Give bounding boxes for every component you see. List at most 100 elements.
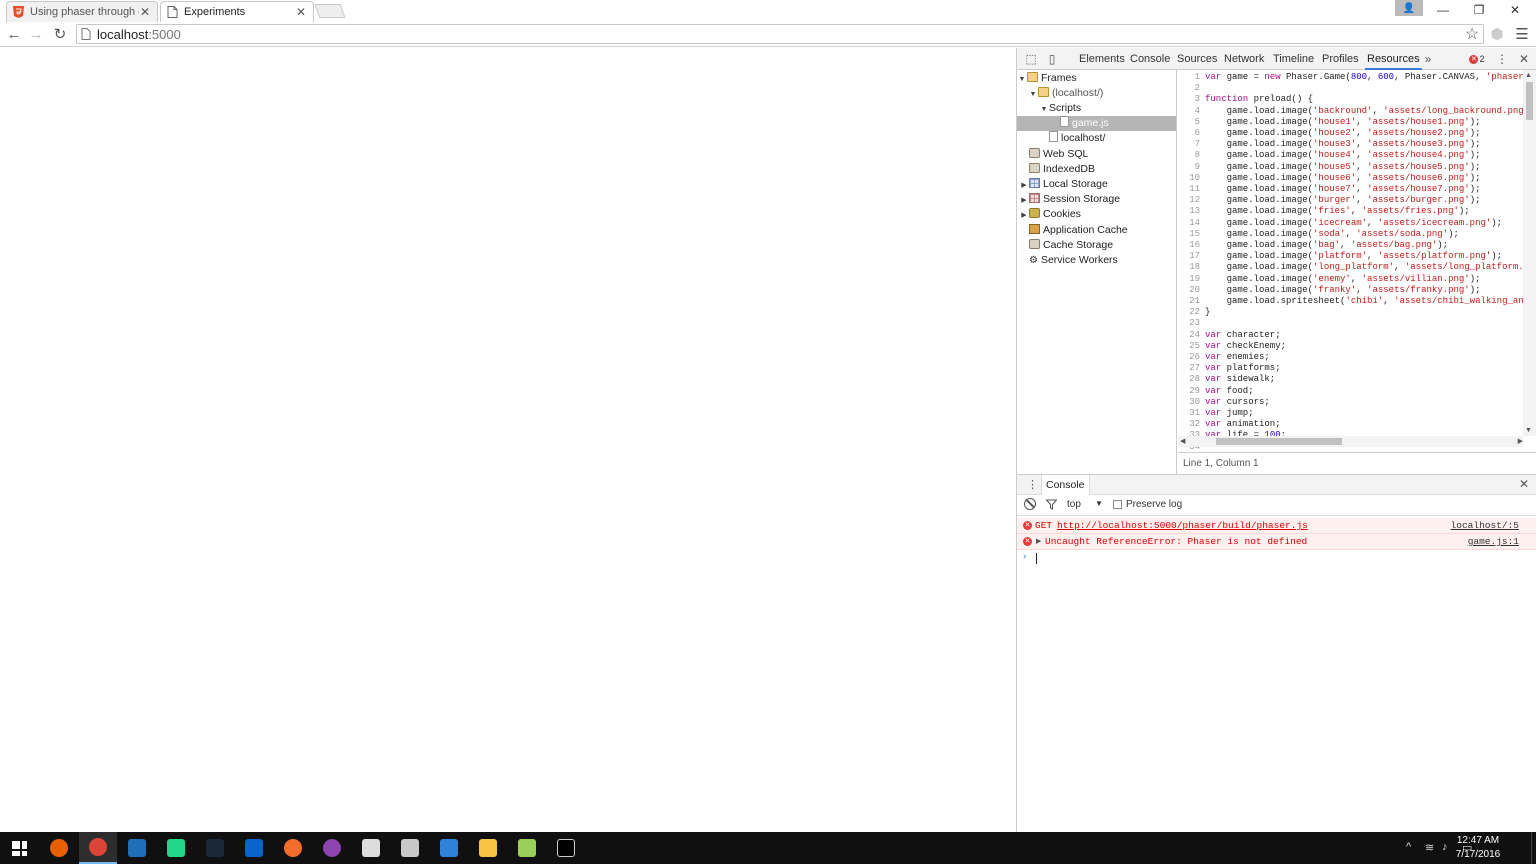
line-number[interactable]: 14: [1178, 218, 1200, 229]
taskbar-app-unity[interactable]: [352, 832, 390, 864]
line-number[interactable]: 19: [1178, 274, 1200, 285]
tab-resources[interactable]: Resources: [1365, 48, 1422, 70]
close-devtools-icon[interactable]: ✕: [1517, 52, 1531, 66]
collapse-triangle-icon[interactable]: ▶: [1019, 178, 1029, 193]
error-counter[interactable]: ✕ 2: [1467, 52, 1487, 66]
line-number[interactable]: 6: [1178, 128, 1200, 139]
browser-tab-2[interactable]: Experiments ✕: [160, 1, 314, 22]
line-number[interactable]: 16: [1178, 240, 1200, 251]
show-desktop-button[interactable]: [1531, 832, 1536, 864]
line-number[interactable]: 29: [1178, 386, 1200, 397]
volume-icon[interactable]: ♪: [1442, 841, 1448, 853]
bookmark-star-icon[interactable]: ☆: [1462, 25, 1482, 43]
tree-item-localhost-frame[interactable]: ▼ (localhost/): [1017, 86, 1176, 102]
line-number[interactable]: 3: [1178, 94, 1200, 105]
line-number[interactable]: 5: [1178, 117, 1200, 128]
network-icon[interactable]: ≋: [1425, 841, 1434, 854]
line-number[interactable]: 15: [1178, 229, 1200, 240]
device-mode-icon[interactable]: ▯: [1045, 52, 1059, 66]
source-editor[interactable]: 1 var game = new Phaser.Game(800, 600, Ph…: [1178, 70, 1536, 450]
taskbar-app-atlas[interactable]: [391, 832, 429, 864]
line-number[interactable]: 32: [1178, 419, 1200, 430]
minimize-button[interactable]: —: [1426, 0, 1460, 20]
inspect-element-icon[interactable]: ⬚: [1024, 52, 1038, 66]
new-tab-button[interactable]: [314, 4, 346, 18]
close-tab-icon[interactable]: ✕: [139, 5, 151, 19]
collapse-triangle-icon[interactable]: ▶: [1019, 208, 1029, 223]
taskbar-app-terminal[interactable]: [547, 832, 585, 864]
tree-item-frames[interactable]: ▼ Frames: [1017, 71, 1176, 87]
taskbar-app-visual-studio[interactable]: [118, 832, 156, 864]
line-number[interactable]: 17: [1178, 251, 1200, 262]
message-source-link[interactable]: localhost/:5: [1451, 518, 1519, 534]
expand-triangle-icon[interactable]: ▼: [1028, 87, 1038, 102]
line-number[interactable]: 20: [1178, 285, 1200, 296]
taskbar-app-firefox[interactable]: [40, 832, 78, 864]
filter-icon[interactable]: [1046, 499, 1057, 510]
address-bar[interactable]: localhost:5000: [76, 24, 1484, 44]
taskbar-app-origin[interactable]: [274, 832, 312, 864]
line-number[interactable]: 12: [1178, 195, 1200, 206]
taskbar-app-onedrive[interactable]: [235, 832, 273, 864]
context-dropdown-icon[interactable]: ▼: [1095, 499, 1103, 508]
tab-profiles[interactable]: Profiles: [1322, 48, 1359, 70]
extension-icon[interactable]: ⬢: [1487, 25, 1507, 43]
scroll-down-icon[interactable]: ▼: [1525, 427, 1532, 434]
taskbar-app-sourcetree[interactable]: [430, 832, 468, 864]
preserve-log-checkbox[interactable]: [1113, 500, 1122, 509]
expand-triangle-icon[interactable]: ▼: [1017, 72, 1027, 87]
clear-console-icon[interactable]: [1024, 498, 1036, 510]
tab-timeline[interactable]: Timeline: [1273, 48, 1314, 70]
taskbar-app-steam[interactable]: [196, 832, 234, 864]
tab-network[interactable]: Network: [1224, 48, 1264, 70]
collapse-triangle-icon[interactable]: ▶: [1019, 193, 1029, 208]
more-tabs-icon[interactable]: »: [1421, 52, 1435, 66]
taskbar-app-file-explorer[interactable]: [469, 832, 507, 864]
line-number[interactable]: 8: [1178, 150, 1200, 161]
devtools-menu-icon[interactable]: ⋮: [1495, 52, 1509, 66]
taskbar-app-notepad[interactable]: [508, 832, 546, 864]
line-number[interactable]: 7: [1178, 139, 1200, 150]
restore-button[interactable]: ❐: [1462, 0, 1496, 20]
back-button[interactable]: ←: [4, 25, 24, 43]
profile-icon[interactable]: 👤: [1395, 0, 1423, 16]
reload-button[interactable]: ↻: [50, 25, 70, 43]
line-number[interactable]: 11: [1178, 184, 1200, 195]
expand-triangle-icon[interactable]: ▶: [1036, 534, 1041, 550]
tree-item-session-storage[interactable]: ▶ Session Storage: [1017, 192, 1176, 208]
line-number[interactable]: 28: [1178, 374, 1200, 385]
line-number[interactable]: 13: [1178, 206, 1200, 217]
line-number[interactable]: 10: [1178, 173, 1200, 184]
scroll-left-icon[interactable]: ◀: [1180, 437, 1185, 445]
message-url-link[interactable]: http://localhost:5000/phaser/build/phase…: [1057, 518, 1308, 534]
line-number[interactable]: 24: [1178, 330, 1200, 341]
line-number[interactable]: 31: [1178, 408, 1200, 419]
line-number[interactable]: 23: [1178, 318, 1200, 329]
forward-button[interactable]: →: [26, 25, 46, 43]
line-number[interactable]: 1: [1178, 72, 1200, 83]
editor-vertical-scrollbar[interactable]: ▲ ▼: [1523, 70, 1536, 436]
horizontal-scroll-thumb[interactable]: [1216, 438, 1342, 445]
tab-elements[interactable]: Elements: [1079, 48, 1125, 70]
line-number[interactable]: 27: [1178, 363, 1200, 374]
drawer-tab-console[interactable]: Console: [1041, 475, 1090, 495]
taskbar-app-webstorm[interactable]: [157, 832, 195, 864]
taskbar-clock[interactable]: 12:47 AM 7/17/2016: [1448, 834, 1508, 862]
editor-horizontal-scrollbar[interactable]: ◀ ▶: [1178, 436, 1523, 447]
tree-item-indexeddb[interactable]: IndexedDB: [1017, 162, 1176, 177]
scroll-up-icon[interactable]: ▲: [1525, 72, 1532, 79]
close-drawer-icon[interactable]: ✕: [1519, 477, 1529, 491]
tree-item-service-workers[interactable]: ⚙ Service Workers: [1017, 253, 1176, 268]
tab-console[interactable]: Console: [1130, 48, 1170, 70]
tree-item-cache-storage[interactable]: Cache Storage: [1017, 238, 1176, 253]
close-tab-icon[interactable]: ✕: [295, 5, 307, 19]
tree-item-localhost-document[interactable]: localhost/: [1017, 131, 1176, 146]
tree-item-game-js[interactable]: game.js: [1017, 116, 1176, 131]
drawer-menu-icon[interactable]: ⋮: [1027, 478, 1038, 491]
line-number[interactable]: 21: [1178, 296, 1200, 307]
tree-item-application-cache[interactable]: Application Cache: [1017, 223, 1176, 238]
chevron-up-icon[interactable]: ^: [1406, 841, 1411, 853]
vertical-scroll-thumb[interactable]: [1526, 82, 1533, 120]
menu-icon[interactable]: ☰: [1512, 25, 1532, 43]
line-number[interactable]: 30: [1178, 397, 1200, 408]
